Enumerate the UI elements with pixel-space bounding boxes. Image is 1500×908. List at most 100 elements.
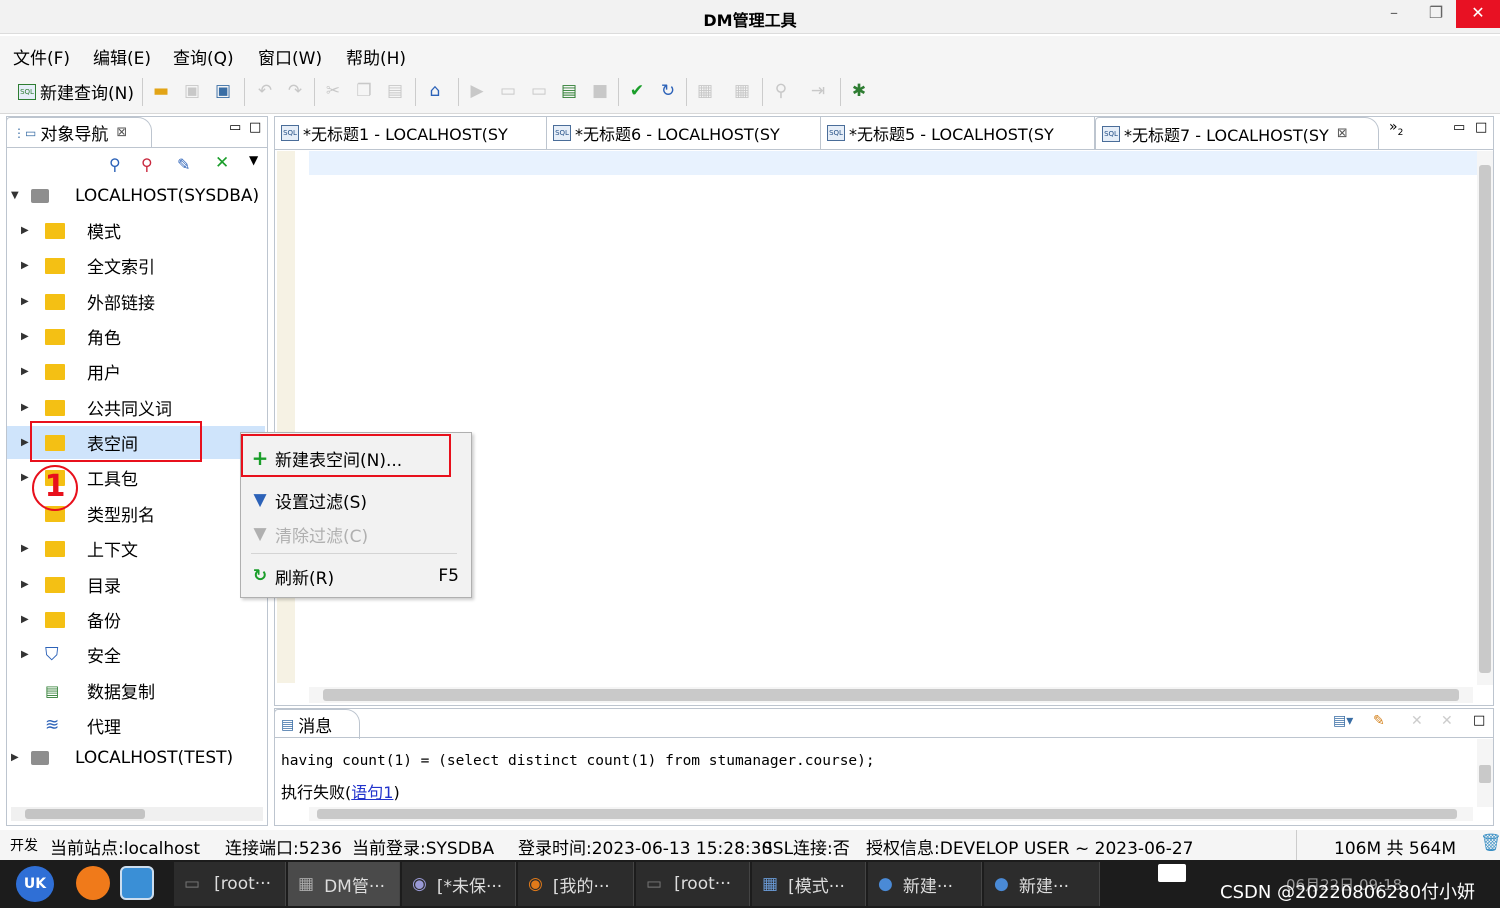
close-tab-icon[interactable]: ⊠ xyxy=(116,125,127,140)
tab-untitled-6[interactable]: SQL *无标题6 - LOCALHOST(SY xyxy=(547,117,821,149)
taskbar-item-my[interactable]: ◉ [我的··· xyxy=(518,862,634,906)
minimize-icon[interactable]: ▭ xyxy=(1453,120,1465,135)
menu-help[interactable]: 帮助(H) xyxy=(346,44,406,69)
expand-arrow-icon[interactable]: ▶ xyxy=(21,543,31,554)
horizontal-scrollbar[interactable] xyxy=(11,807,263,821)
expand-arrow-icon[interactable]: ▶ xyxy=(21,296,31,307)
tab-messages[interactable]: ▤ 消息 xyxy=(274,709,360,739)
taskbar-item-new-2[interactable]: ● 新建··· xyxy=(984,862,1100,906)
taskbar-item-unsaved[interactable]: ◉ [*未保··· xyxy=(402,862,516,906)
tab-object-navigator[interactable]: ⋮▭ 对象导航 ⊠ xyxy=(6,117,152,147)
file-manager-icon[interactable] xyxy=(120,866,154,900)
expand-arrow-icon[interactable]: ▶ xyxy=(21,225,31,236)
expand-arrow-icon[interactable]: ▶ xyxy=(21,260,31,271)
taskbar-item-schema[interactable]: ▦ [模式··· xyxy=(752,862,866,906)
taskbar-item-terminal-2[interactable]: ▭ [root··· xyxy=(636,862,750,906)
remove-all-icon[interactable]: ✕ xyxy=(1441,713,1453,729)
menu-item-clear-filter[interactable]: ▼ 清除过滤(C) xyxy=(251,519,463,549)
menu-query[interactable]: 查询(Q) xyxy=(173,44,234,69)
home-icon[interactable]: ⌂ xyxy=(424,80,446,102)
scrollbar-thumb[interactable] xyxy=(317,809,1457,819)
run-icon[interactable]: ▶ xyxy=(466,80,488,102)
copy-icon[interactable]: ❐ xyxy=(353,80,375,102)
menu-file[interactable]: 文件(F) xyxy=(13,44,70,69)
view-menu-icon[interactable]: ▼ xyxy=(249,153,258,167)
tree-node-data-replication[interactable]: ▤ 数据复制 xyxy=(7,674,265,707)
expand-arrow-icon[interactable]: ▶ xyxy=(21,614,31,625)
tree-node-directory[interactable]: ▶ 目录 xyxy=(7,568,265,601)
vertical-scrollbar[interactable] xyxy=(1477,739,1493,807)
expand-arrow-icon[interactable]: ▶ xyxy=(21,331,31,342)
tab-untitled-5[interactable]: SQL *无标题5 - LOCALHOST(SY xyxy=(821,117,1095,149)
stop-icon[interactable]: ■ xyxy=(589,80,611,102)
tree-node-security[interactable]: ▶ ⛉ 安全 xyxy=(7,638,265,671)
new-query-button[interactable]: SQL 新建查询(N) xyxy=(18,79,134,104)
scrollbar-thumb[interactable] xyxy=(323,689,1459,701)
browser-icon[interactable] xyxy=(76,866,110,900)
maximize-icon[interactable]: □ xyxy=(1475,120,1487,135)
expand-arrow-icon[interactable]: ▶ xyxy=(21,472,31,483)
comment-icon[interactable]: ⇥ xyxy=(807,80,829,102)
close-tab-icon[interactable]: ⊠ xyxy=(1337,126,1348,141)
run-step-icon[interactable]: ▭ xyxy=(497,80,519,102)
save-all-icon[interactable]: ▣ xyxy=(212,80,234,102)
tree-node-public-synonym[interactable]: ▶ 公共同义词 xyxy=(7,391,265,424)
menu-window[interactable]: 窗口(W) xyxy=(258,44,322,69)
tree-node-external-link[interactable]: ▶ 外部链接 xyxy=(7,285,265,318)
minimize-icon[interactable]: ▭ xyxy=(229,120,241,135)
menu-item-set-filter[interactable]: ▼ 设置过滤(S) xyxy=(251,485,463,515)
expand-arrow-icon[interactable]: ▶ xyxy=(21,366,31,377)
tree-node-user[interactable]: ▶ 用户 xyxy=(7,355,265,388)
menu-edit[interactable]: 编辑(E) xyxy=(93,44,151,69)
taskbar-item-terminal-1[interactable]: ▭ [root··· xyxy=(174,862,286,906)
disconnect-icon[interactable]: ⚲ xyxy=(141,155,153,174)
connect-icon[interactable]: ⚲ xyxy=(109,155,121,174)
tray-icon[interactable] xyxy=(1158,864,1186,882)
restore-icon[interactable]: ❐ xyxy=(1416,0,1456,28)
minimize-icon[interactable]: – xyxy=(1374,0,1414,28)
rollback-icon[interactable]: ↻ xyxy=(657,80,679,102)
trash-icon[interactable]: 🗑 xyxy=(1480,833,1500,853)
current-line-highlight[interactable] xyxy=(309,151,1477,175)
tab-overflow-icon[interactable]: »2 xyxy=(1389,119,1403,138)
message-options-icon[interactable]: ▤▾ xyxy=(1333,713,1353,729)
taskbar-item-dm-manager[interactable]: ▦ DM管··· xyxy=(288,862,400,906)
cut-icon[interactable]: ✂ xyxy=(322,80,344,102)
statement-link[interactable]: 语句1 xyxy=(351,783,393,802)
start-menu-icon[interactable]: UK xyxy=(16,866,54,902)
plan-icon[interactable]: ▦ xyxy=(731,80,753,102)
horizontal-scrollbar[interactable] xyxy=(309,807,1473,821)
expand-icon[interactable]: ✕ xyxy=(215,153,229,173)
tree-node-agent[interactable]: ≋ 代理 xyxy=(7,709,265,742)
horizontal-scrollbar[interactable] xyxy=(309,687,1473,703)
explain-icon[interactable]: ▦ xyxy=(694,80,716,102)
format-icon[interactable]: ⚲ xyxy=(770,80,792,102)
edit-icon[interactable]: ✎ xyxy=(177,155,190,174)
tree-node-context[interactable]: ▶ 上下文 xyxy=(7,532,265,565)
vertical-scrollbar[interactable] xyxy=(1477,151,1493,685)
taskbar-item-new-1[interactable]: ● 新建··· xyxy=(868,862,982,906)
undo-icon[interactable]: ↶ xyxy=(254,80,276,102)
open-folder-icon[interactable]: ▬ xyxy=(150,80,172,102)
expand-arrow-icon[interactable]: ▶ xyxy=(21,402,31,413)
tab-untitled-1[interactable]: SQL *无标题1 - LOCALHOST(SY xyxy=(275,117,547,149)
collapse-arrow-icon[interactable]: ▼ xyxy=(11,190,21,201)
scrollbar-thumb[interactable] xyxy=(25,809,145,819)
clear-messages-icon[interactable]: ✎ xyxy=(1373,713,1385,729)
expand-arrow-icon[interactable]: ▶ xyxy=(21,579,31,590)
tree-node-fulltext-index[interactable]: ▶ 全文索引 xyxy=(7,249,265,282)
expand-arrow-icon[interactable]: ▶ xyxy=(21,649,31,660)
scrollbar-thumb[interactable] xyxy=(1479,765,1491,783)
export-icon[interactable]: ▤ xyxy=(558,80,580,102)
save-icon[interactable]: ▣ xyxy=(181,80,203,102)
paste-icon[interactable]: ▤ xyxy=(384,80,406,102)
commit-icon[interactable]: ✔ xyxy=(626,80,648,102)
tree-node-localhost-sysdba[interactable]: ▼ LOCALHOST(SYSDBA) xyxy=(7,179,265,212)
debug-icon[interactable]: ✱ xyxy=(848,80,870,102)
menu-item-refresh[interactable]: ↻ 刷新(R) F5 xyxy=(251,561,463,591)
tree-node-role[interactable]: ▶ 角色 xyxy=(7,320,265,353)
run-script-icon[interactable]: ▭ xyxy=(528,80,550,102)
maximize-icon[interactable]: □ xyxy=(249,120,261,135)
close-icon[interactable]: ✕ xyxy=(1456,0,1500,28)
maximize-icon[interactable]: □ xyxy=(1473,713,1485,728)
